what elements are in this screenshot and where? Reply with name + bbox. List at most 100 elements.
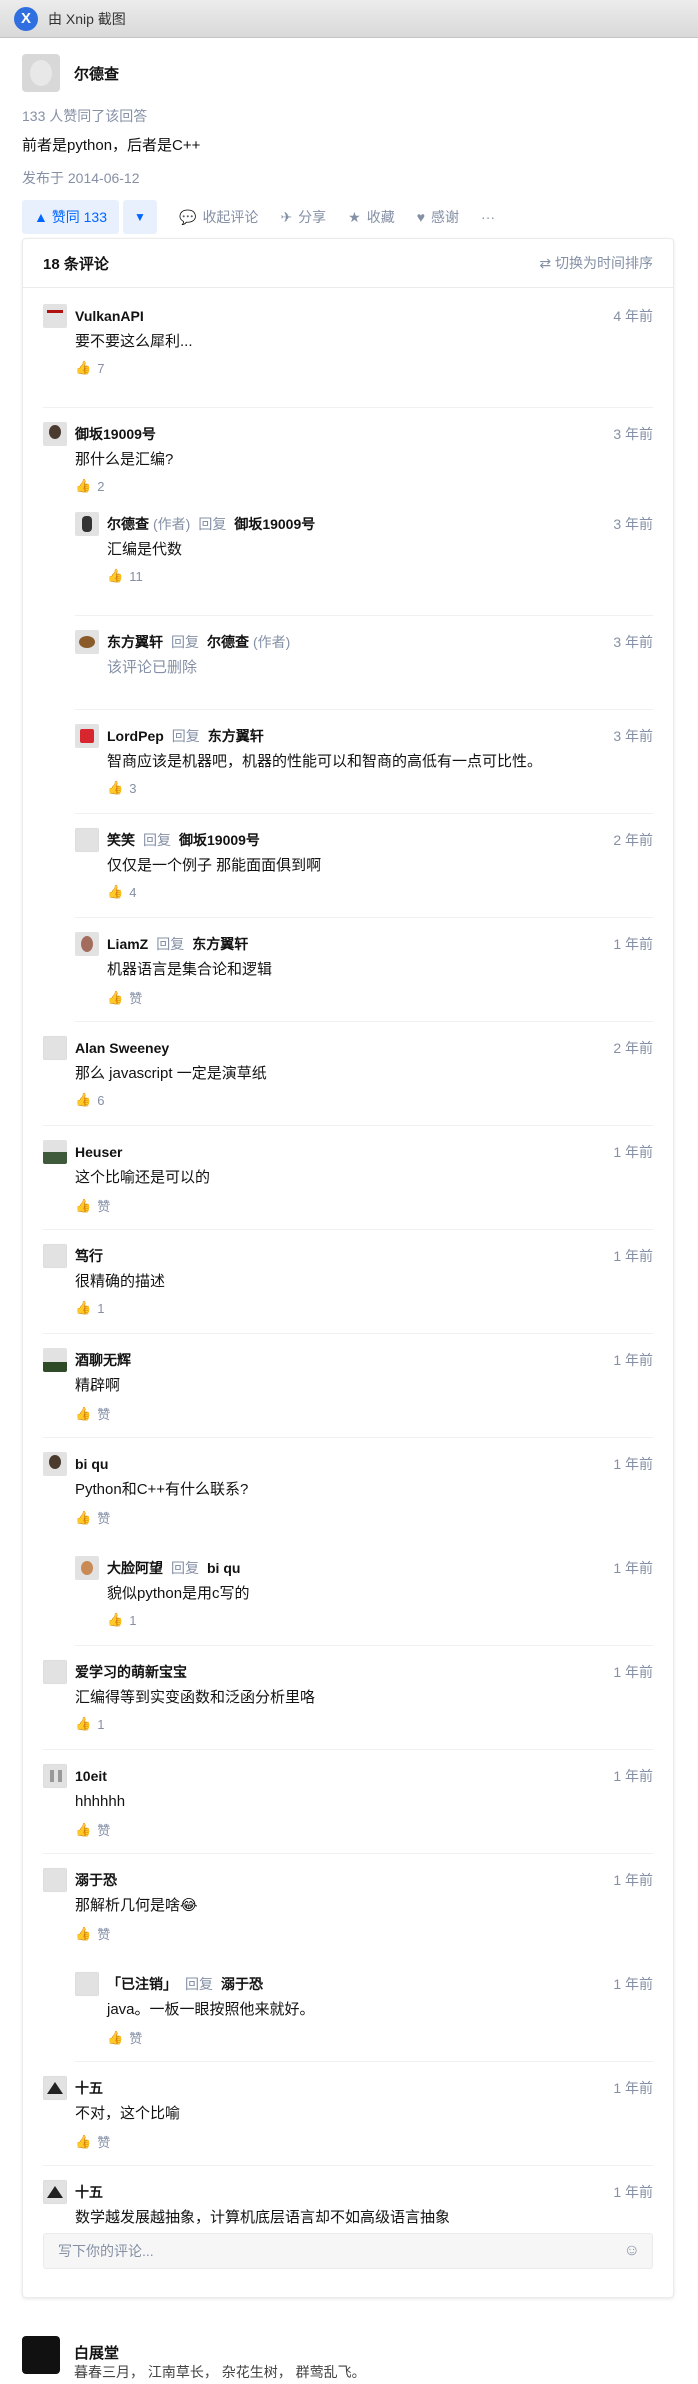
commenter-avatar[interactable] [75,932,99,956]
commenter-name[interactable]: 大脸阿望 [107,1558,163,1578]
reply-target-name[interactable]: 东方翼轩 [192,934,248,954]
vote-summary[interactable]: 133 人赞同了该回答 [22,106,676,126]
reply-item: 笑笑 回复 御坂19009号 2 年前 仅仅是一个例子 那能面面俱到啊 👍 4 [75,828,653,918]
commenter-avatar[interactable] [43,1140,67,1164]
commenter-avatar[interactable] [75,724,99,748]
thumbs-up-icon: 👍 [75,1821,92,1837]
vote-up-button[interactable]: ▲ 赞同 133 [22,200,119,234]
like-button[interactable]: 👍 赞 [75,2132,110,2151]
commenter-name[interactable]: 尔德查 [107,514,149,534]
thumbs-up-icon: 👍 [75,1925,92,1941]
like-button[interactable]: 👍 7 [75,360,104,376]
reply-word: 回复 [198,516,227,532]
commenter-name[interactable]: Alan Sweeney [75,1040,169,1056]
like-count: 3 [129,780,137,796]
reply-target-name[interactable]: 御坂19009号 [234,514,315,534]
commenter-name[interactable]: 酒聊无辉 [75,1350,131,1370]
comment-text: 不对，这个比喻 [75,2105,181,2122]
favorite-button[interactable]: ★ 收藏 [348,207,395,227]
commenter-name[interactable]: 溺于恐 [75,1870,117,1890]
commenter-avatar[interactable] [43,304,67,328]
comment-input[interactable] [56,2242,624,2260]
like-button[interactable]: 👍3 [107,780,136,796]
more-button[interactable]: ··· [481,209,495,225]
next-author-avatar[interactable] [22,2336,60,2374]
commenter-avatar[interactable] [43,1868,67,1892]
commenter-avatar[interactable] [43,2180,67,2204]
commenter-avatar[interactable] [75,1556,99,1580]
commenter-name[interactable]: 御坂19009号 [75,424,156,444]
commenter-name[interactable]: 10eit [75,1768,107,1784]
share-button[interactable]: ✈ 分享 [280,207,326,227]
reply-item: 「已注销」 回复 溺于恐 1 年前 java。一板一眼按照他来就好。 👍 赞 [75,1972,653,2062]
thanks-button[interactable]: ♥ 感谢 [417,207,459,227]
reply-target-name[interactable]: 尔德查 [207,632,249,652]
like-count: 赞 [129,2031,143,2046]
commenter-avatar[interactable] [75,828,99,852]
commenter-name[interactable]: 「已注销」 [107,1974,177,1994]
like-button[interactable]: 👍 1 [107,1612,136,1628]
like-button[interactable]: 👍 赞 [75,1820,110,1839]
like-count: 赞 [97,1927,111,1942]
commenter-avatar[interactable] [43,1348,67,1372]
comment-text: 智商应该是机器吧，机器的性能可以和智商的高低有一点可比性。 [107,753,543,770]
comment-text: 数学越发展越抽象，计算机底层语言却不如高级语言抽象 [75,2209,451,2226]
reply-target-name[interactable]: bi qu [207,1560,240,1576]
like-button[interactable]: 👍 赞 [75,1924,110,1943]
commenter-name[interactable]: 十五 [75,2078,103,2098]
commenter-avatar[interactable] [75,630,99,654]
reply-target-name[interactable]: 御坂19009号 [179,830,260,850]
like-button[interactable]: 👍 1 [75,1716,104,1732]
like-button[interactable]: 👍 赞 [75,1508,110,1527]
commenter-avatar[interactable] [43,1764,67,1788]
commenter-name[interactable]: 爱学习的萌新宝宝 [75,1662,187,1682]
commenter-avatar[interactable] [43,1036,67,1060]
commenter-name[interactable]: LordPep [107,728,164,744]
like-count: 赞 [129,991,143,1006]
commenter-name[interactable]: 笑笑 [107,830,135,850]
like-button[interactable]: 👍 赞 [75,1404,110,1423]
commenter-avatar[interactable] [43,1244,67,1268]
commenter-avatar[interactable] [75,512,99,536]
comments-panel: 18 条评论 ⇄ 切换为时间排序 VulkanAPI 4 年前 要不要这么犀利..… [22,238,674,2298]
commenter-name[interactable]: LiamZ [107,936,148,952]
commenter-name[interactable]: 十五 [75,2182,103,2202]
commenter-name[interactable]: Heuser [75,1144,122,1160]
emoji-icon[interactable]: ☺ [624,2242,640,2260]
comment-time: 1 年前 [613,1144,653,1160]
like-button[interactable]: 👍 6 [75,1092,104,1108]
thumbs-up-icon: 👍 [107,1612,124,1627]
commenter-avatar[interactable] [43,1660,67,1684]
comment-time: 3 年前 [613,728,653,744]
next-author-name[interactable]: 白展堂 [74,2342,119,2363]
collapse-comments-button[interactable]: 💬 收起评论 [179,207,258,227]
commenter-name[interactable]: 笃行 [75,1246,103,1266]
commenter-avatar[interactable] [43,422,67,446]
like-button[interactable]: 👍 1 [75,1300,104,1316]
like-button[interactable]: 👍 赞 [107,2028,142,2047]
publish-date[interactable]: 发布于 2014-06-12 [22,168,676,188]
author-name[interactable]: 尔德查 [74,63,119,84]
commenter-avatar[interactable] [75,1972,99,1996]
commenter-avatar[interactable] [43,1452,67,1476]
vote-down-button[interactable]: ▼ [123,200,157,234]
like-button[interactable]: 👍 4 [107,884,136,900]
like-button[interactable]: 👍 赞 [75,1196,110,1215]
like-button[interactable]: 👍 赞 [107,988,142,1007]
comment-item: Heuser 1 年前 这个比喻还是可以的 👍 赞 [43,1140,653,1230]
comment-item: 酒聊无辉 1 年前 精辟啊 👍 赞 [43,1348,653,1438]
like-button[interactable]: 👍 2 [75,478,104,494]
author-avatar[interactable] [22,54,60,92]
commenter-avatar[interactable] [43,2076,67,2100]
like-button[interactable]: 👍 11 [107,568,143,584]
sort-toggle-button[interactable]: ⇄ 切换为时间排序 [539,253,653,273]
commenter-name[interactable]: 东方翼轩 [107,632,163,652]
reply-target-name[interactable]: 溺于恐 [221,1974,263,1994]
commenter-name[interactable]: bi qu [75,1456,108,1472]
reply-target-name[interactable]: 东方翼轩 [208,726,264,746]
share-label: 分享 [298,209,327,225]
commenter-name[interactable]: VulkanAPI [75,308,144,324]
comment-text: 仅仅是一个例子 那能面面俱到啊 [107,857,322,874]
comment-time: 4 年前 [613,308,653,324]
comment-text: 精辟啊 [75,1377,121,1394]
